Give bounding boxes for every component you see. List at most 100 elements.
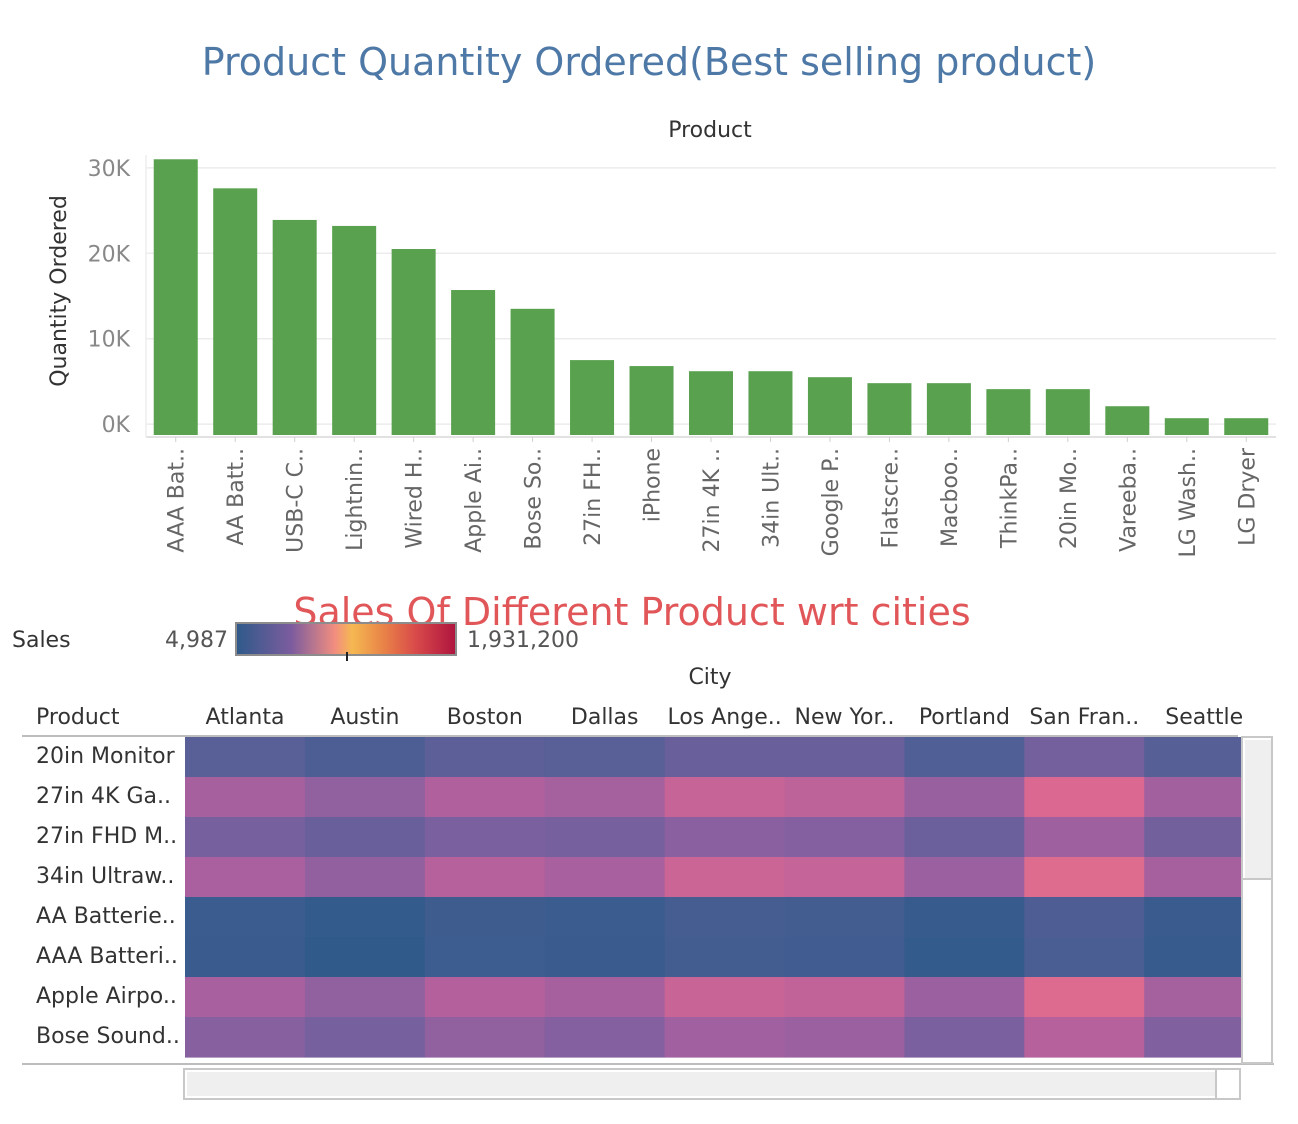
heatmap-cell bbox=[1024, 737, 1145, 778]
row-header-product: Product bbox=[36, 705, 120, 730]
x-tick-label: Google P.. bbox=[819, 448, 844, 556]
bar-chart-x-header: Product bbox=[668, 118, 752, 143]
heatmap-cell bbox=[1024, 937, 1145, 978]
heatmap-cell bbox=[664, 977, 786, 1018]
y-tick-label: 20K bbox=[88, 242, 131, 267]
city-column-header[interactable]: Boston bbox=[425, 705, 545, 730]
heatmap-cell bbox=[424, 857, 546, 898]
legend-min-value: 4,987 bbox=[165, 628, 228, 653]
heatmap-cell bbox=[664, 737, 786, 778]
x-tick-label: USB-C C.. bbox=[284, 448, 309, 553]
bar bbox=[867, 383, 912, 435]
heatmap-cell bbox=[1024, 857, 1145, 898]
heatmap-cell bbox=[544, 817, 666, 858]
city-column-header[interactable]: Austin bbox=[305, 705, 425, 730]
bar-chart-title: Product Quantity Ordered(Best selling pr… bbox=[201, 40, 1097, 84]
heatmap-cell bbox=[424, 737, 546, 778]
heatmap-cell bbox=[544, 937, 666, 978]
bar bbox=[272, 219, 317, 435]
heatmap-cell bbox=[544, 737, 666, 778]
heatmap-cell bbox=[904, 857, 1025, 898]
heatmap-cell bbox=[664, 897, 786, 938]
product-row-label[interactable]: 20in Monitor bbox=[36, 744, 186, 769]
bar bbox=[629, 366, 674, 435]
bar bbox=[688, 371, 734, 435]
heatmap-cell bbox=[544, 1017, 666, 1058]
heatmap-cell bbox=[784, 857, 905, 898]
heatmap-cell bbox=[784, 897, 905, 938]
city-column-header[interactable]: Atlanta bbox=[185, 705, 305, 730]
column-header-city: City bbox=[688, 665, 732, 690]
x-tick-label: AA Batt.. bbox=[224, 448, 249, 546]
heatmap-cell bbox=[424, 977, 546, 1018]
heatmap-cell bbox=[664, 817, 786, 858]
x-tick-label: Flatscre.. bbox=[878, 448, 903, 549]
bar bbox=[1164, 418, 1209, 435]
x-tick-label: 20in Mo.. bbox=[1057, 448, 1082, 549]
heatmap-cell bbox=[1024, 777, 1145, 818]
bar bbox=[1105, 406, 1150, 435]
city-column-header[interactable]: New Yor.. bbox=[785, 705, 905, 730]
horizontal-scrollbar[interactable] bbox=[183, 1068, 1241, 1100]
heatmap-cell bbox=[1024, 1017, 1145, 1058]
city-column-header[interactable]: Seattle bbox=[1144, 705, 1264, 730]
x-tick-label: Bose So.. bbox=[522, 448, 547, 550]
heatmap-cell bbox=[904, 1017, 1025, 1058]
city-column-header[interactable]: Dallas bbox=[545, 705, 665, 730]
product-row-label[interactable]: 27in 4K Ga.. bbox=[36, 784, 186, 809]
heatmap-cell bbox=[1024, 817, 1145, 858]
y-axis-title: Quantity Ordered bbox=[47, 195, 72, 387]
color-legend-gradient[interactable] bbox=[235, 622, 457, 656]
heatmap-cell bbox=[185, 977, 306, 1018]
heatmap-cell bbox=[664, 857, 786, 898]
heatmap-cell bbox=[185, 777, 306, 818]
heatmap-cell bbox=[544, 777, 666, 818]
heatmap-cell bbox=[185, 817, 306, 858]
product-row-label[interactable]: Bose Sound.. bbox=[36, 1024, 186, 1049]
city-column-header[interactable]: Los Ange.. bbox=[665, 705, 785, 730]
heatmap-cell bbox=[664, 777, 786, 818]
bar bbox=[332, 225, 377, 435]
product-row-label[interactable]: 27in FHD M.. bbox=[36, 824, 186, 849]
product-row-label[interactable]: AA Batterie.. bbox=[36, 904, 186, 929]
product-row-label[interactable]: 34in Ultraw.. bbox=[36, 864, 186, 889]
heatmap-cell bbox=[544, 897, 666, 938]
bar bbox=[451, 290, 496, 435]
heatmap-cell bbox=[424, 1017, 546, 1058]
heatmap-cell bbox=[304, 977, 426, 1018]
vertical-scrollbar[interactable] bbox=[1241, 736, 1273, 1064]
y-tick-label: 0K bbox=[102, 413, 131, 438]
bar bbox=[213, 188, 258, 435]
x-tick-label: Apple Ai.. bbox=[462, 448, 487, 553]
product-row-label[interactable]: Apple Airpo.. bbox=[36, 984, 186, 1009]
heatmap-cell bbox=[664, 937, 786, 978]
bar bbox=[510, 308, 555, 435]
x-tick-label: Macboo.. bbox=[938, 448, 963, 547]
heatmap-cell bbox=[304, 1017, 426, 1058]
city-column-header[interactable]: San Fran.. bbox=[1024, 705, 1144, 730]
x-tick-label: iPhone bbox=[641, 448, 666, 522]
heatmap-cell bbox=[304, 897, 426, 938]
heatmap-cell bbox=[304, 777, 426, 818]
heatmap-cell bbox=[424, 777, 546, 818]
heatmap-cell bbox=[185, 737, 306, 778]
heatmap-cell bbox=[784, 777, 905, 818]
heatmap-cell bbox=[304, 737, 426, 778]
legend-max-value: 1,931,200 bbox=[467, 628, 579, 653]
legend-label: Sales bbox=[12, 628, 71, 653]
heatmap-cell bbox=[424, 897, 546, 938]
bar bbox=[807, 377, 852, 435]
city-column-header[interactable]: Portland bbox=[904, 705, 1024, 730]
bar bbox=[926, 383, 971, 435]
horizontal-scrollbar-thumb[interactable] bbox=[187, 1072, 1215, 1096]
heatmap-cell bbox=[185, 857, 306, 898]
heatmap-cell bbox=[784, 817, 905, 858]
vertical-scrollbar-thumb[interactable] bbox=[1245, 740, 1271, 878]
heatmap-cell bbox=[904, 937, 1025, 978]
product-row-label[interactable]: AAA Batteri.. bbox=[36, 944, 186, 969]
bar bbox=[153, 159, 198, 436]
heatmap-cell bbox=[424, 937, 546, 978]
bar bbox=[986, 389, 1031, 435]
heatmap-cell bbox=[904, 817, 1025, 858]
x-tick-label: Vareeba.. bbox=[1116, 448, 1141, 552]
